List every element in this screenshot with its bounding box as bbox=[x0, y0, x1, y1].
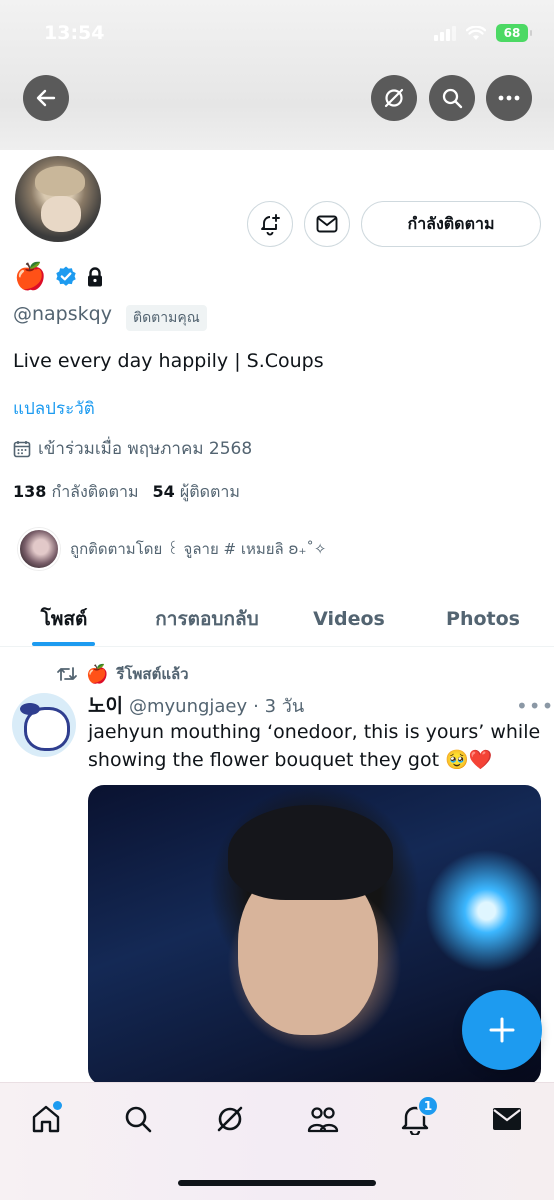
repost-icon bbox=[57, 667, 77, 681]
followers-link[interactable]: 54 ผู้ติดตาม bbox=[153, 480, 240, 505]
notify-button[interactable] bbox=[247, 201, 293, 247]
follow-counts: 138 กำลังติดตาม 54 ผู้ติดตาม bbox=[13, 480, 240, 505]
name-emoji: 🍎 bbox=[14, 262, 47, 292]
back-button[interactable] bbox=[23, 75, 69, 121]
compose-button[interactable] bbox=[462, 990, 542, 1070]
search-button[interactable] bbox=[429, 75, 475, 121]
search-icon bbox=[125, 1106, 152, 1133]
home-new-dot bbox=[53, 1101, 62, 1110]
status-time: 13:54 bbox=[44, 22, 105, 44]
active-tab-indicator bbox=[32, 642, 95, 646]
following-label: กำลังติดตาม bbox=[51, 482, 139, 501]
following-count: 138 bbox=[13, 482, 47, 501]
repost-label: รีโพสต์แล้ว bbox=[116, 665, 189, 683]
post-author-avatar[interactable] bbox=[12, 693, 76, 757]
profile-handle: @napskqy bbox=[13, 303, 112, 325]
post-author-name[interactable]: 노이 bbox=[88, 691, 123, 718]
post-time: · 3 วัน bbox=[253, 696, 305, 717]
followers-label: ผู้ติดตาม bbox=[179, 482, 240, 501]
post-more-icon[interactable]: ••• bbox=[516, 694, 554, 718]
message-icon bbox=[316, 215, 338, 233]
verified-icon[interactable] bbox=[54, 265, 78, 289]
post-text: jaehyun mouthing ‘onedoor, this is yours… bbox=[88, 721, 541, 771]
repost-emoji: 🍎 bbox=[86, 663, 109, 685]
nav-messages[interactable] bbox=[487, 1099, 527, 1139]
tab-videos[interactable]: Videos bbox=[286, 590, 412, 647]
grok-icon bbox=[384, 88, 404, 108]
repost-indicator: 🍎 รีโพสต์แล้ว bbox=[56, 662, 189, 686]
post-header: 노이 @myungjaey · 3 วัน bbox=[88, 691, 304, 720]
join-date: เข้าร่วมเมื่อ พฤษภาคม 2568 bbox=[13, 435, 252, 462]
nav-grok[interactable] bbox=[210, 1099, 250, 1139]
profile-bio: Live every day happily | S.Coups bbox=[13, 350, 324, 372]
status-icons: 68 bbox=[434, 24, 532, 42]
wifi-icon bbox=[466, 25, 486, 40]
followed-by[interactable]: ถูกติดตามโดย ꒰ จูลาย # เหมยลิ ʚ₊˚✧ bbox=[18, 528, 326, 570]
notifications-badge: 1 bbox=[417, 1095, 439, 1117]
profile-tabs: โพสต์ การตอบกลับ Videos Photos bbox=[0, 590, 554, 647]
nav-home[interactable] bbox=[26, 1099, 66, 1139]
followers-count: 54 bbox=[152, 482, 175, 501]
plus-icon bbox=[489, 1017, 515, 1043]
signal-icon bbox=[434, 25, 456, 41]
more-button[interactable] bbox=[486, 75, 532, 121]
calendar-icon bbox=[13, 440, 31, 457]
following-link[interactable]: 138 กำลังติดตาม bbox=[13, 480, 139, 505]
home-indicator bbox=[178, 1180, 376, 1186]
grok-icon bbox=[217, 1106, 243, 1132]
tab-replies[interactable]: การตอบกลับ bbox=[128, 590, 286, 647]
tab-posts[interactable]: โพสต์ bbox=[0, 590, 128, 647]
follower-avatar bbox=[18, 528, 60, 570]
nav-search[interactable] bbox=[118, 1099, 158, 1139]
follows-you-badge: ติดตามคุณ bbox=[126, 305, 207, 331]
more-icon bbox=[498, 95, 520, 101]
profile-avatar[interactable] bbox=[12, 153, 104, 245]
notify-bell-icon bbox=[261, 214, 280, 236]
join-date-text: เข้าร่วมเมื่อ พฤษภาคม 2568 bbox=[38, 439, 253, 459]
profile-name: 🍎 bbox=[14, 262, 104, 292]
nav-communities[interactable] bbox=[303, 1099, 343, 1139]
grok-button[interactable] bbox=[371, 75, 417, 121]
communities-icon bbox=[307, 1107, 339, 1133]
nav-notifications[interactable]: 1 bbox=[395, 1095, 439, 1139]
back-arrow-icon bbox=[36, 89, 56, 107]
following-button[interactable]: กำลังติดตาม bbox=[361, 201, 541, 247]
followed-by-text: ถูกติดตามโดย ꒰ จูลาย # เหมยลิ ʚ₊˚✧ bbox=[70, 540, 327, 558]
post-author-handle[interactable]: @myungjaey bbox=[129, 696, 247, 717]
tab-photos[interactable]: Photos bbox=[412, 590, 554, 647]
mail-icon bbox=[493, 1108, 521, 1130]
translate-bio-link[interactable]: แปลประวัติ bbox=[13, 395, 95, 422]
search-icon bbox=[442, 88, 463, 109]
message-button[interactable] bbox=[304, 201, 350, 247]
lock-icon bbox=[88, 267, 103, 287]
battery-icon: 68 bbox=[496, 24, 532, 42]
